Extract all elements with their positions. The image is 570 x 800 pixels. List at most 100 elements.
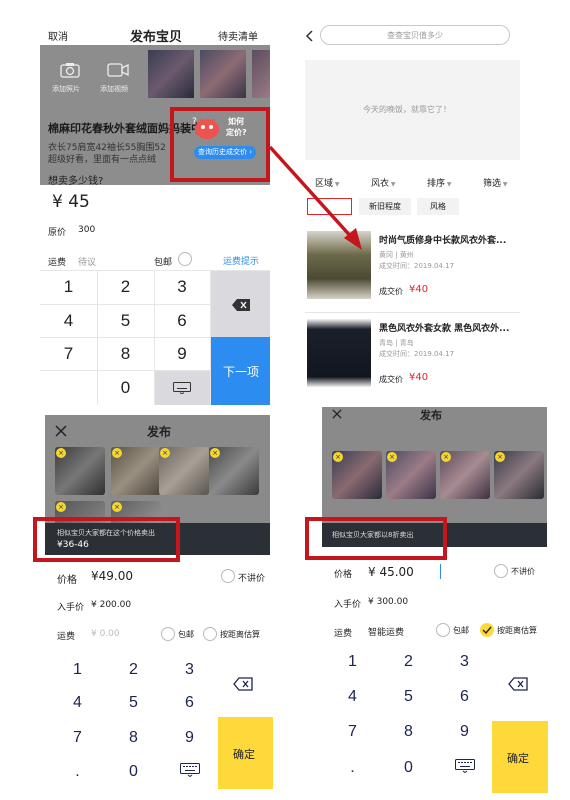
tag-condition[interactable]: 新旧程度 [359,198,411,215]
search-placeholder: 查查宝贝值多少 [387,31,443,40]
confirm-button[interactable]: 确定 [492,721,548,793]
add-video-button[interactable]: 添加视频 [98,58,138,98]
key-0[interactable]: 0 [97,370,154,405]
price-input[interactable]: ¥ 45.00 [368,565,414,579]
filter-sort[interactable]: 排序 ▼ [427,171,452,190]
shipping-input[interactable]: 智能运费 [368,625,404,638]
key-1[interactable]: 1 [55,655,100,685]
filter-region[interactable]: 区域 ▼ [315,171,340,190]
key-2[interactable]: 2 [111,655,156,685]
key-4[interactable]: 4 [330,682,375,712]
original-price-value[interactable]: 300 [78,225,95,235]
free-shipping-checkbox[interactable] [178,252,192,266]
remove-icon[interactable]: × [112,448,122,458]
key-8[interactable]: 8 [97,337,154,370]
photo-thumb[interactable] [148,50,194,98]
photo-thumb[interactable]: × [111,447,161,495]
key-9[interactable]: 9 [167,723,212,753]
remove-icon[interactable]: × [495,452,505,462]
key-6[interactable]: 6 [442,682,487,712]
backspace-key[interactable] [223,669,263,699]
key-3[interactable]: 3 [167,655,212,685]
add-photo-button[interactable]: 添加照片 [50,58,90,98]
item-price: ¥40 [409,372,429,383]
key-3[interactable]: 3 [442,647,487,677]
photo-thumb[interactable]: × [209,447,259,495]
key-dot[interactable]: . [330,753,375,783]
close-icon[interactable] [332,409,342,419]
photo-thumb[interactable]: × [494,451,544,499]
key-4[interactable]: 4 [40,304,97,337]
key-6[interactable]: 6 [154,304,210,337]
tag-style[interactable]: 风格 [417,198,459,215]
key-7[interactable]: 7 [55,723,100,753]
tag-selected[interactable] [307,198,352,215]
price-input[interactable]: ¥49.00 [91,569,133,583]
remove-icon[interactable]: × [387,452,397,462]
no-bargain-checkbox[interactable] [494,564,508,578]
photo-thumb[interactable]: × [159,447,209,495]
key-0[interactable]: 0 [111,757,156,787]
key-5[interactable]: 5 [97,304,154,337]
filter-screen[interactable]: 筛选 ▼ [483,171,508,190]
photo-thumb[interactable] [200,50,246,98]
search-input[interactable]: 查查宝贝值多少 [320,25,510,45]
no-bargain-checkbox[interactable] [221,569,235,583]
free-shipping-radio[interactable] [161,627,175,641]
price-input[interactable]: ¥ 45 [52,192,90,212]
key-6[interactable]: 6 [167,688,212,718]
key-2[interactable]: 2 [386,647,431,677]
key-2[interactable]: 2 [97,270,154,304]
key-7[interactable]: 7 [40,337,97,370]
remove-icon[interactable]: × [441,452,451,462]
key-4[interactable]: 4 [55,688,100,718]
key-3[interactable]: 3 [154,270,210,304]
backspace-key[interactable] [211,271,270,337]
distance-estimate-radio[interactable] [480,623,494,637]
filter-category[interactable]: 风衣 ▼ [371,171,396,190]
key-8[interactable]: 8 [386,717,431,747]
photo-thumb[interactable]: × [55,447,105,495]
remove-icon[interactable]: × [56,502,66,512]
remove-icon[interactable]: × [112,502,122,512]
key-9[interactable]: 9 [154,337,210,370]
backspace-key[interactable] [498,669,538,699]
close-icon[interactable] [55,425,67,437]
hide-keyboard-key[interactable] [173,759,207,785]
hide-keyboard-key[interactable] [155,371,210,405]
photo-thumb[interactable]: × [386,451,436,499]
key-5[interactable]: 5 [111,688,156,718]
remove-icon[interactable]: × [160,448,170,458]
free-shipping-radio[interactable] [436,623,450,637]
key-1[interactable]: 1 [330,647,375,677]
hide-keyboard-key[interactable] [448,755,482,781]
photo-thumb[interactable] [252,50,270,98]
photo-thumb[interactable]: × [440,451,490,499]
next-button[interactable]: 下一项 [211,337,270,405]
buy-price-input[interactable]: ¥ 300.00 [368,597,408,607]
free-shipping-label: 包邮 [453,626,469,635]
key-0[interactable]: 0 [386,753,431,783]
pending-list-link[interactable]: 待卖清单 [218,28,258,43]
key-9[interactable]: 9 [442,717,487,747]
shipping-tip-link[interactable]: 运费提示 [223,254,259,267]
key-5[interactable]: 5 [386,682,431,712]
key-7[interactable]: 7 [330,717,375,747]
remove-icon[interactable]: × [210,448,220,458]
confirm-button[interactable]: 确定 [218,717,273,789]
item-time: 成交时间：2019.04.17 [379,350,455,358]
shipping-input[interactable]: ¥ 0.00 [91,629,120,639]
remove-icon[interactable]: × [333,452,343,462]
distance-estimate-radio[interactable] [203,627,217,641]
photo-thumb[interactable]: × [332,451,382,499]
list-item[interactable]: 黑色风衣外套女款 黑色风衣外... 青岛 | 青岛 成交时间：2019.04.1… [305,316,520,396]
key-dot[interactable]: . [55,757,100,787]
cancel-button[interactable]: 取消 [48,28,68,43]
key-1[interactable]: 1 [40,270,97,304]
list-item[interactable]: 时尚气质修身中长款风衣外套... 黄冈 | 黄州 成交时间：2019.04.17… [305,228,520,308]
buy-price-input[interactable]: ¥ 200.00 [91,600,131,610]
key-8[interactable]: 8 [111,723,156,753]
remove-icon[interactable]: × [56,448,66,458]
back-arrow-icon[interactable] [305,30,313,42]
shipping-value[interactable]: 待议 [78,255,96,268]
